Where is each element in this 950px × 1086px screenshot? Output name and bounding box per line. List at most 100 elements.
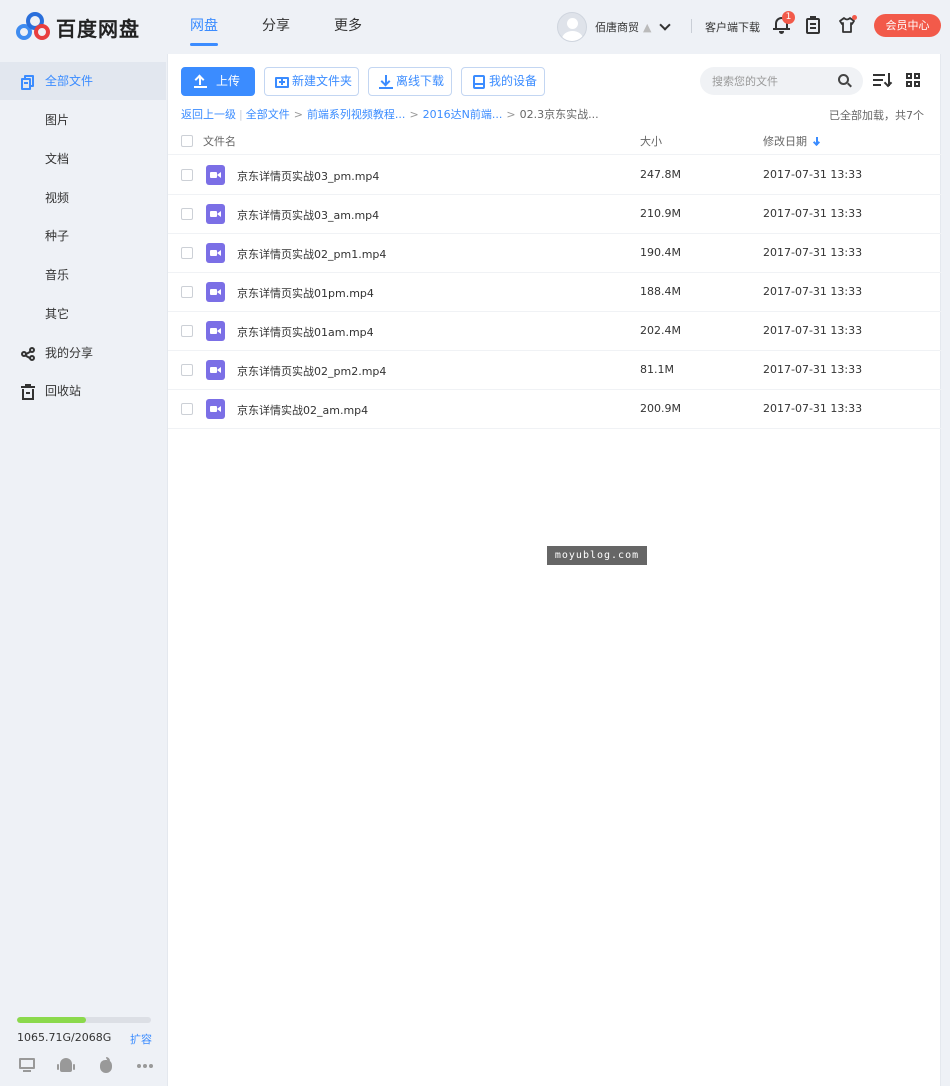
grid-view-icon[interactable]: [906, 73, 920, 87]
file-name[interactable]: 京东详情页实战01am.mp4: [237, 324, 374, 340]
offline-download-button[interactable]: 离线下载: [368, 67, 452, 96]
avatar[interactable]: [557, 12, 587, 42]
sidebar-item-label: 其它: [45, 307, 70, 321]
file-size: 188.4M: [640, 285, 681, 298]
sidebar-item-videos[interactable]: 视频: [0, 179, 166, 217]
sidebar-item-label: 全部文件: [45, 74, 94, 88]
breadcrumb-all-files[interactable]: 全部文件: [246, 108, 290, 121]
breadcrumb-back[interactable]: 返回上一级: [181, 108, 236, 121]
breadcrumb: 返回上一级 | 全部文件 > 前端系列视频教程... >2016达N前端... >02.3京…: [181, 108, 599, 121]
file-size: 190.4M: [640, 246, 681, 259]
user-menu[interactable]: 佰唐商贸 ▲: [557, 12, 672, 42]
sidebar-item-documents[interactable]: 文档: [0, 140, 166, 178]
row-checkbox[interactable]: [181, 247, 193, 259]
file-size: 210.9M: [640, 207, 681, 220]
video-file-icon: [206, 243, 225, 263]
client-download-link[interactable]: 客户端下载: [705, 19, 760, 35]
column-header-size[interactable]: 大小: [640, 133, 662, 149]
clipboard-icon[interactable]: [805, 16, 823, 34]
nav-tab-more[interactable]: 更多: [334, 0, 362, 54]
chevron-down-icon[interactable]: [659, 19, 672, 31]
header-divider: [691, 19, 692, 33]
app-logo[interactable]: 百度网盘: [16, 12, 140, 42]
username: 佰唐商贸: [595, 21, 639, 34]
notification-badge: 1: [782, 11, 795, 24]
nav-tab-share[interactable]: 分享: [262, 0, 290, 54]
file-date: 2017-07-31 13:33: [763, 207, 863, 220]
row-checkbox[interactable]: [181, 286, 193, 298]
file-row[interactable]: 京东详情页实战03_am.mp4 210.9M 2017-07-31 13:33: [168, 195, 942, 234]
file-list-header: 文件名 大小 修改日期: [168, 127, 942, 155]
video-file-icon: [206, 399, 225, 419]
skin-notice-dot: [852, 15, 857, 20]
search-icon[interactable]: [838, 74, 852, 88]
vip-level-icon: ▲: [643, 20, 652, 34]
file-date: 2017-07-31 13:33: [763, 324, 863, 337]
sidebar-item-all-files[interactable]: 全部文件: [0, 62, 166, 100]
video-file-icon: [206, 321, 225, 341]
my-devices-button[interactable]: 我的设备: [461, 67, 545, 96]
sidebar-item-recycle-bin[interactable]: 回收站: [0, 372, 166, 410]
row-checkbox[interactable]: [181, 364, 193, 376]
file-name[interactable]: 京东详情页实战03_pm.mp4: [237, 168, 379, 184]
file-row[interactable]: 京东详情页实战01am.mp4 202.4M 2017-07-31 13:33: [168, 312, 942, 351]
file-row[interactable]: 京东详情实战02_am.mp4 200.9M 2017-07-31 13:33: [168, 390, 942, 429]
breadcrumb-item[interactable]: 2016达N前端...: [423, 108, 503, 121]
expand-storage-link[interactable]: 扩容: [130, 1031, 152, 1047]
row-checkbox[interactable]: [181, 403, 193, 415]
top-header: 百度网盘 网盘 分享 更多 佰唐商贸 ▲ 客户端下载 1 会员中心: [0, 0, 950, 54]
sidebar-item-other[interactable]: 其它: [0, 295, 166, 333]
file-name[interactable]: 京东详情页实战03_am.mp4: [237, 207, 379, 223]
sidebar-item-label: 视频: [45, 191, 70, 205]
sidebar-item-label: 图片: [45, 113, 70, 127]
search-box: [700, 67, 863, 95]
file-name[interactable]: 京东详情页实战02_pm1.mp4: [237, 246, 386, 262]
file-size: 247.8M: [640, 168, 681, 181]
sidebar-item-label: 我的分享: [45, 346, 94, 360]
files-icon: [21, 75, 35, 90]
row-checkbox[interactable]: [181, 169, 193, 181]
select-all-checkbox[interactable]: [181, 135, 193, 147]
row-checkbox[interactable]: [181, 325, 193, 337]
column-header-name[interactable]: 文件名: [203, 133, 236, 149]
share-icon: [21, 347, 35, 361]
search-input[interactable]: [712, 73, 832, 89]
column-header-date-label: 修改日期: [763, 135, 807, 148]
storage-quota-text: 1065.71G/2068G: [17, 1031, 112, 1044]
file-date: 2017-07-31 13:33: [763, 285, 863, 298]
file-list: 京东详情页实战03_pm.mp4 247.8M 2017-07-31 13:33…: [168, 156, 942, 429]
video-file-icon: [206, 282, 225, 302]
sidebar-item-label: 种子: [45, 229, 70, 243]
sidebar-item-label: 回收站: [45, 384, 82, 398]
sidebar-item-images[interactable]: 图片: [0, 101, 166, 139]
file-date: 2017-07-31 13:33: [763, 246, 863, 259]
file-row[interactable]: 京东详情页实战01pm.mp4 188.4M 2017-07-31 13:33: [168, 273, 942, 312]
sidebar-item-torrents[interactable]: 种子: [0, 217, 166, 255]
file-name[interactable]: 京东详情页实战02_pm2.mp4: [237, 363, 386, 379]
more-icon[interactable]: [136, 1057, 154, 1073]
pc-icon[interactable]: [18, 1057, 36, 1073]
column-header-date[interactable]: 修改日期: [763, 133, 821, 149]
video-file-icon: [206, 165, 225, 185]
new-folder-button[interactable]: 新建文件夹: [264, 67, 359, 96]
cloud-logo-icon: [16, 12, 52, 42]
sidebar-item-music[interactable]: 音乐: [0, 256, 166, 294]
vip-center-button[interactable]: 会员中心: [874, 14, 941, 37]
file-name[interactable]: 京东详情实战02_am.mp4: [237, 402, 368, 418]
nav-tab-netdisk[interactable]: 网盘: [190, 0, 218, 54]
apple-icon[interactable]: [97, 1057, 115, 1073]
upload-button[interactable]: 上传: [181, 67, 255, 96]
file-row[interactable]: 京东详情页实战03_pm.mp4 247.8M 2017-07-31 13:33: [168, 156, 942, 195]
file-row[interactable]: 京东详情页实战02_pm2.mp4 81.1M 2017-07-31 13:33: [168, 351, 942, 390]
sidebar: 全部文件 图片 文档 视频 种子 音乐 其它 我的分享 回收站: [0, 54, 166, 1086]
sort-icon[interactable]: [873, 73, 893, 88]
sidebar-item-my-shares[interactable]: 我的分享: [0, 334, 166, 372]
watermark: moyublog.com: [547, 546, 647, 565]
file-name[interactable]: 京东详情页实战01pm.mp4: [237, 285, 374, 301]
breadcrumb-item[interactable]: 前端系列视频教程...: [307, 108, 406, 121]
file-row[interactable]: 京东详情页实战02_pm1.mp4 190.4M 2017-07-31 13:3…: [168, 234, 942, 273]
list-status: 已全部加载，共7个: [829, 109, 924, 122]
row-checkbox[interactable]: [181, 208, 193, 220]
android-icon[interactable]: [57, 1057, 75, 1073]
sidebar-item-label: 文档: [45, 152, 70, 166]
